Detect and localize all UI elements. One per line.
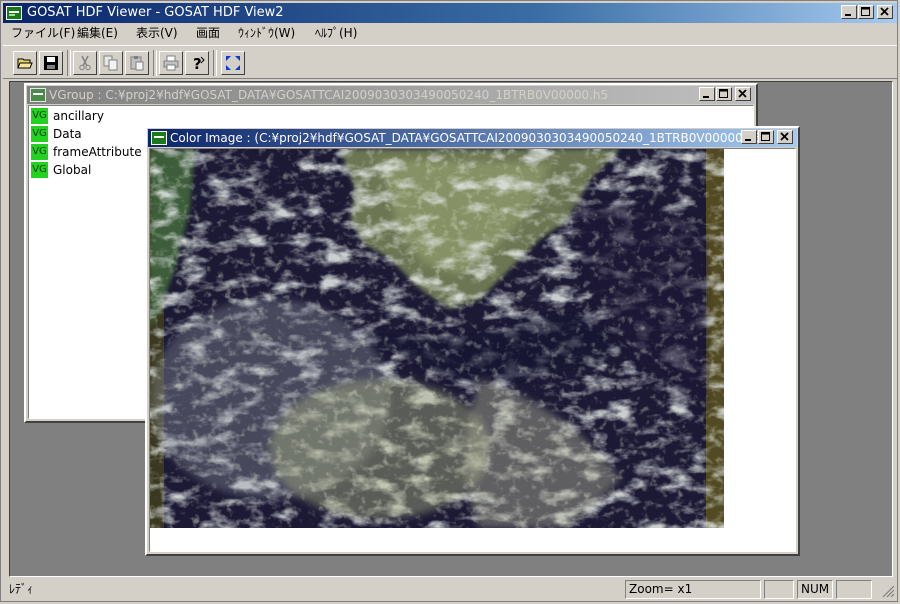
minimize-button[interactable] bbox=[841, 5, 857, 19]
image-maximize-button[interactable] bbox=[758, 130, 774, 144]
cut-icon bbox=[79, 55, 91, 71]
status-num: NUM bbox=[797, 580, 833, 599]
close-button[interactable] bbox=[877, 5, 893, 19]
main-window: GOSAT HDF Viewer - GOSAT HDF View2 ファイル(… bbox=[0, 0, 898, 602]
toolbar: ? bbox=[3, 45, 897, 79]
vgroup-item-label: ancillary bbox=[53, 109, 104, 123]
vgroup-close-button[interactable] bbox=[735, 87, 751, 101]
color-image-window: Color Image : (C:¥proj2¥hdf¥GOSAT_DATA¥G… bbox=[145, 126, 800, 556]
copy-button[interactable] bbox=[99, 51, 123, 75]
close-icon bbox=[880, 7, 889, 16]
vgroup-item-label: Data bbox=[53, 127, 82, 141]
print-button[interactable] bbox=[159, 51, 183, 75]
close-icon bbox=[780, 132, 789, 141]
vgroup-badge: VG bbox=[31, 162, 48, 178]
gosat-app-icon bbox=[6, 6, 22, 20]
svg-text:?: ? bbox=[193, 55, 202, 71]
vgroup-minimize-button[interactable] bbox=[699, 87, 715, 101]
vgroup-window-title: VGroup : C:¥proj2¥hdf¥GOSAT_DATA¥GOSATTC… bbox=[49, 88, 609, 102]
fit-window-button[interactable] bbox=[221, 51, 245, 75]
mdi-client-area: VGroup : C:¥proj2¥hdf¥GOSAT_DATA¥GOSATTC… bbox=[9, 81, 893, 577]
close-icon bbox=[738, 89, 747, 98]
color-image-window-title: Color Image : (C:¥proj2¥hdf¥GOSAT_DATA¥G… bbox=[170, 131, 767, 145]
menu-window[interactable]: ｳｨﾝﾄﾞｳ(W) bbox=[238, 25, 295, 41]
gosat-window-icon bbox=[151, 131, 167, 145]
gosat-window-icon bbox=[30, 88, 46, 102]
menu-edit[interactable]: 編集(E) bbox=[77, 25, 118, 41]
print-icon bbox=[163, 55, 179, 71]
save-icon bbox=[44, 56, 58, 70]
paste-icon bbox=[130, 56, 144, 71]
maximize-button[interactable] bbox=[858, 5, 874, 19]
status-pane-scroll bbox=[836, 580, 872, 599]
save-button[interactable] bbox=[39, 51, 63, 75]
maximize-icon bbox=[861, 7, 870, 16]
vgroup-badge: VG bbox=[31, 108, 48, 124]
vgroup-item-label: frameAttribute bbox=[53, 145, 142, 159]
maximize-icon bbox=[761, 132, 770, 141]
color-image-canvas[interactable] bbox=[149, 148, 796, 552]
vgroup-maximize-button[interactable] bbox=[716, 87, 732, 101]
image-close-button[interactable] bbox=[777, 130, 793, 144]
vgroup-item-label: Global bbox=[53, 163, 92, 177]
menu-screen[interactable]: 画面 bbox=[196, 25, 220, 41]
vgroup-item-global[interactable]: VG Global bbox=[31, 162, 91, 179]
open-button[interactable] bbox=[13, 51, 37, 75]
status-pane-caps bbox=[764, 580, 794, 599]
paste-button[interactable] bbox=[125, 51, 149, 75]
menu-bar: ファイル(F) 編集(E) 表示(V) 画面 ｳｨﾝﾄﾞｳ(W) ﾍﾙﾌﾟ(H) bbox=[3, 23, 897, 43]
cut-button[interactable] bbox=[73, 51, 97, 75]
menu-view[interactable]: 表示(V) bbox=[136, 25, 178, 41]
vgroup-item-ancillary[interactable]: VG ancillary bbox=[31, 108, 104, 125]
status-zoom: Zoom= x1 bbox=[625, 580, 761, 599]
status-bar: ﾚﾃﾞｨ Zoom= x1 NUM bbox=[3, 579, 897, 601]
minimize-icon bbox=[703, 96, 709, 98]
help-icon: ? bbox=[193, 55, 205, 71]
vgroup-badge: VG bbox=[31, 144, 48, 160]
copy-icon bbox=[103, 55, 118, 71]
satellite-image bbox=[150, 149, 724, 528]
menu-help[interactable]: ﾍﾙﾌﾟ(H) bbox=[315, 25, 357, 41]
status-ready: ﾚﾃﾞｨ bbox=[9, 582, 34, 596]
app-title: GOSAT HDF Viewer - GOSAT HDF View2 bbox=[27, 5, 284, 20]
vgroup-badge: VG bbox=[31, 126, 48, 142]
vgroup-window-title-bar[interactable]: VGroup : C:¥proj2¥hdf¥GOSAT_DATA¥GOSATTC… bbox=[27, 86, 755, 104]
vgroup-item-data[interactable]: VG Data bbox=[31, 126, 82, 143]
maximize-icon bbox=[719, 89, 728, 98]
minimize-icon bbox=[745, 139, 751, 141]
open-icon bbox=[17, 58, 33, 69]
minimize-icon bbox=[845, 14, 851, 16]
help-button[interactable]: ? bbox=[185, 51, 209, 75]
image-minimize-button[interactable] bbox=[741, 130, 757, 144]
size-grip-icon[interactable] bbox=[881, 584, 895, 598]
color-image-window-title-bar[interactable]: Color Image : (C:¥proj2¥hdf¥GOSAT_DATA¥G… bbox=[148, 129, 797, 147]
app-title-bar[interactable]: GOSAT HDF Viewer - GOSAT HDF View2 bbox=[3, 3, 897, 23]
vgroup-item-frame-attribute[interactable]: VG frameAttribute bbox=[31, 144, 142, 161]
menu-file[interactable]: ファイル(F) bbox=[11, 25, 75, 41]
fit-window-icon bbox=[226, 56, 240, 70]
